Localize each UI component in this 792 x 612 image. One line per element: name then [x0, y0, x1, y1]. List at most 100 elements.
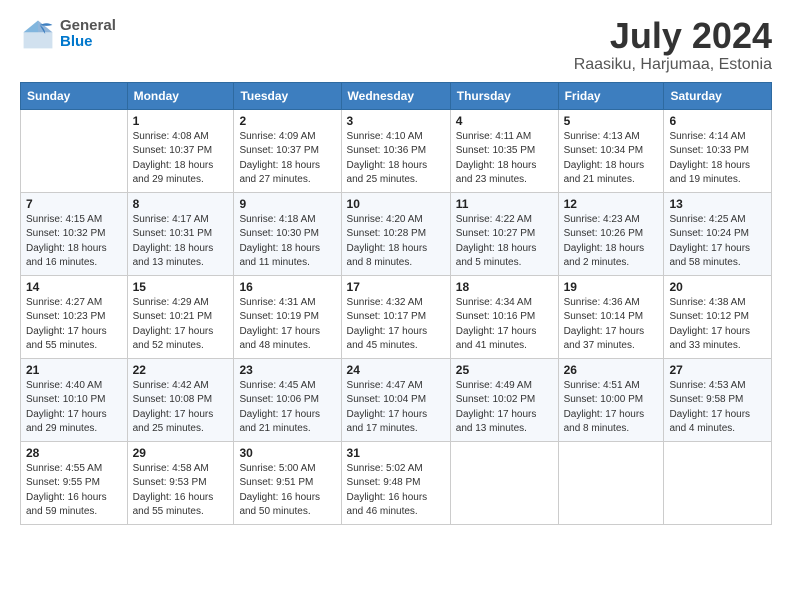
daylight-text: Daylight: 18 hours and 19 minutes. — [669, 160, 750, 186]
daylight-text: Daylight: 17 hours and 17 minutes. — [347, 409, 428, 435]
day-number: 28 — [26, 446, 122, 460]
daylight-text: Daylight: 17 hours and 29 minutes. — [26, 409, 107, 435]
day-info: Sunrise: 4:20 AMSunset: 10:28 PMDaylight… — [347, 213, 445, 271]
sunrise-text: Sunrise: 4:49 AM — [456, 380, 532, 391]
daylight-text: Daylight: 16 hours and 55 minutes. — [133, 492, 214, 518]
daylight-text: Daylight: 17 hours and 55 minutes. — [26, 326, 107, 352]
table-row: 14 Sunrise: 4:27 AM Sunset: 10:23 PM Daylig… — [21, 275, 128, 358]
sunset-text: Sunset: 10:37 PM — [133, 145, 213, 156]
logo: General Blue — [20, 16, 116, 52]
table-row: 19Sunrise: 4:36 AMSunset: 10:14 PMDaylig… — [558, 275, 664, 358]
sunset-text: Sunset: 10:02 PM — [456, 394, 536, 405]
table-row — [558, 441, 664, 524]
sunset-text: Sunset: 10:21 PM — [133, 311, 213, 322]
sunset-text: Sunset: 10:06 PM — [239, 394, 319, 405]
day-info: Sunrise: 4:17 AMSunset: 10:31 PMDaylight… — [133, 213, 229, 271]
day-number: 13 — [669, 197, 766, 211]
day-info: Sunrise: 4:38 AMSunset: 10:12 PMDaylight… — [669, 296, 766, 354]
table-row: 7Sunrise: 4:15 AMSunset: 10:32 PMDayligh… — [21, 192, 128, 275]
day-number: 22 — [133, 363, 229, 377]
day-number: 25 — [456, 363, 553, 377]
day-number: 26 — [564, 363, 659, 377]
sunrise-text: Sunrise: 4:08 AM — [133, 131, 209, 142]
sunset-text: Sunset: 9:53 PM — [133, 477, 207, 488]
daylight-text: Daylight: 17 hours and 25 minutes. — [133, 409, 214, 435]
daylight-text: Daylight: 17 hours and 33 minutes. — [669, 326, 750, 352]
table-row: 13 Sunrise: 4:25 AMSunset: 10:24 PMDaylig… — [664, 192, 772, 275]
sunrise-text: Sunrise: 4:47 AM — [347, 380, 423, 391]
day-number: 15 — [133, 280, 229, 294]
day-number: 7 — [26, 197, 122, 211]
day-info: Sunrise: 4:58 AM Sunset: 9:53 PM Daylight:… — [133, 462, 229, 520]
day-info: Sunrise: 5:02 AMSunset: 9:48 PMDaylight:… — [347, 462, 445, 520]
sunrise-text: Sunrise: 4:38 AM — [669, 297, 745, 308]
day-info: Sunrise: 4:15 AMSunset: 10:32 PMDaylight… — [26, 213, 122, 271]
calendar-week-row: 14 Sunrise: 4:27 AM Sunset: 10:23 PM Daylig… — [21, 275, 772, 358]
day-info: Sunrise: 4:53 AMSunset: 9:58 PMDaylight:… — [669, 379, 766, 437]
day-number: 3 — [347, 114, 445, 128]
sunrise-text: Sunrise: 4:31 AM — [239, 297, 315, 308]
day-info: Sunrise: 4:55 AMSunset: 9:55 PMDaylight:… — [26, 462, 122, 520]
day-number: 21 — [26, 363, 122, 377]
header: General Blue July 2024 Raasiku, Harjumaa… — [20, 16, 772, 74]
sunrise-text: Sunrise: 4:58 AM — [133, 463, 209, 474]
table-row: 31 Sunrise: 5:02 AMSunset: 9:48 PMDayligh… — [341, 441, 450, 524]
day-info: Sunrise: 4:27 AM Sunset: 10:23 PM Daylight… — [26, 296, 122, 354]
sunrise-text: Sunrise: 4:40 AM — [26, 380, 102, 391]
sunset-text: Sunset: 9:51 PM — [239, 477, 313, 488]
day-number: 5 — [564, 114, 659, 128]
daylight-text: Daylight: 18 hours and 13 minutes. — [133, 243, 214, 269]
day-info: Sunrise: 4:25 AMSunset: 10:24 PMDaylight… — [669, 213, 766, 271]
sunrise-text: Sunrise: 4:20 AM — [347, 214, 423, 225]
day-number: 17 — [347, 280, 445, 294]
daylight-text: Daylight: 17 hours and 45 minutes. — [347, 326, 428, 352]
table-row: 1Sunrise: 4:08 AMSunset: 10:37 PMDayligh… — [127, 109, 234, 192]
daylight-text: Daylight: 17 hours and 21 minutes. — [239, 409, 320, 435]
day-number: 31 — [347, 446, 445, 460]
daylight-text: Daylight: 17 hours and 37 minutes. — [564, 326, 645, 352]
day-number: 18 — [456, 280, 553, 294]
daylight-text: Daylight: 18 hours and 23 minutes. — [456, 160, 537, 186]
sunset-text: Sunset: 10:08 PM — [133, 394, 213, 405]
sunset-text: Sunset: 10:35 PM — [456, 145, 536, 156]
sunrise-text: Sunrise: 4:51 AM — [564, 380, 640, 391]
day-info: Sunrise: 4:14 AMSunset: 10:33 PMDaylight… — [669, 130, 766, 188]
day-number: 24 — [347, 363, 445, 377]
table-row: 21Sunrise: 4:40 AMSunset: 10:10 PMDaylig… — [21, 358, 128, 441]
table-row — [450, 441, 558, 524]
sunset-text: Sunset: 10:32 PM — [26, 228, 106, 239]
sunrise-text: Sunrise: 4:25 AM — [669, 214, 745, 225]
table-row: 20Sunrise: 4:38 AMSunset: 10:12 PMDaylig… — [664, 275, 772, 358]
day-number: 11 — [456, 197, 553, 211]
header-friday: Friday — [558, 82, 664, 109]
day-info: Sunrise: 4:31 AMSunset: 10:19 PMDaylight… — [239, 296, 335, 354]
day-number: 14 — [26, 280, 122, 294]
table-row: 8Sunrise: 4:17 AMSunset: 10:31 PMDayligh… — [127, 192, 234, 275]
table-row: 18Sunrise: 4:34 AMSunset: 10:16 PMDaylig… — [450, 275, 558, 358]
sunrise-text: Sunrise: 4:22 AM — [456, 214, 532, 225]
sunrise-text: Sunrise: 4:29 AM — [133, 297, 209, 308]
sunset-text: Sunset: 9:48 PM — [347, 477, 421, 488]
day-info: Sunrise: 4:09 AMSunset: 10:37 PMDaylight… — [239, 130, 335, 188]
table-row: 25Sunrise: 4:49 AMSunset: 10:02 PMDaylig… — [450, 358, 558, 441]
daylight-text: Daylight: 16 hours and 46 minutes. — [347, 492, 428, 518]
daylight-text: Daylight: 16 hours and 59 minutes. — [26, 492, 107, 518]
table-row — [664, 441, 772, 524]
page: General Blue July 2024 Raasiku, Harjumaa… — [0, 0, 792, 612]
daylight-text: Daylight: 18 hours and 25 minutes. — [347, 160, 428, 186]
day-info: Sunrise: 4:11 AMSunset: 10:35 PMDaylight… — [456, 130, 553, 188]
sunset-text: Sunset: 10:00 PM — [564, 394, 644, 405]
table-row: 26Sunrise: 4:51 AMSunset: 10:00 PMDaylig… — [558, 358, 664, 441]
sunrise-text: Sunrise: 4:18 AM — [239, 214, 315, 225]
sunrise-text: Sunrise: 4:17 AM — [133, 214, 209, 225]
sunset-text: Sunset: 10:23 PM — [26, 311, 106, 322]
header-wednesday: Wednesday — [341, 82, 450, 109]
header-monday: Monday — [127, 82, 234, 109]
sunrise-text: Sunrise: 4:15 AM — [26, 214, 102, 225]
table-row: 6Sunrise: 4:14 AMSunset: 10:33 PMDayligh… — [664, 109, 772, 192]
daylight-text: Daylight: 17 hours and 52 minutes. — [133, 326, 214, 352]
table-row: 24Sunrise: 4:47 AMSunset: 10:04 PMDaylig… — [341, 358, 450, 441]
sunrise-text: Sunrise: 4:27 AM — [26, 297, 102, 308]
table-row: 23Sunrise: 4:45 AMSunset: 10:06 PMDaylig… — [234, 358, 341, 441]
sunset-text: Sunset: 10:27 PM — [456, 228, 536, 239]
